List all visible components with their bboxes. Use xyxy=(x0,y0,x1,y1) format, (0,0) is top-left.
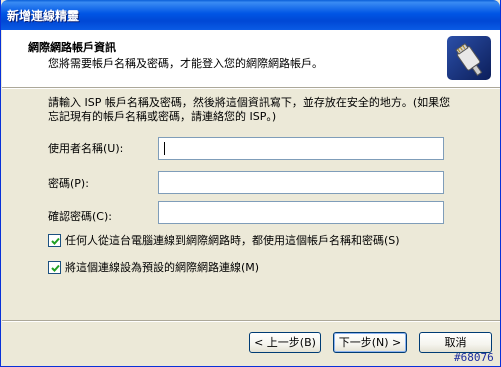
checkmark-icon xyxy=(51,264,60,272)
page-title: 網際網路帳戶資訊 xyxy=(28,41,116,54)
text-caret xyxy=(164,142,165,155)
instructions-text: 請輸入 ISP 帳戶名稱及密碼，然後將這個資訊寫下，並存放在安全的地方。(如果您… xyxy=(48,96,488,124)
password-label: 密碼(P): xyxy=(48,177,89,190)
cancel-button[interactable]: 取消 xyxy=(419,332,492,353)
default-connection-option[interactable]: 將這個連線設為預設的網際網路連線(M) xyxy=(48,259,259,275)
confirm-password-label: 確認密碼(C): xyxy=(48,210,112,223)
use-for-all-users-label: 任何人從這台電腦連線到網際網路時，都使用這個帳戶名稱和密碼(S) xyxy=(65,234,400,247)
username-label: 使用者名稱(U): xyxy=(48,142,124,155)
wizard-header: 網際網路帳戶資訊 您將需要帳戶名稱及密碼，才能登入您的網際網路帳戶。 xyxy=(2,30,500,87)
instructions-line: 請輸入 ISP 帳戶名稱及密碼，然後將這個資訊寫下，並存放在安全的地方。(如果您 xyxy=(48,96,451,109)
use-for-all-users-checkbox[interactable] xyxy=(48,233,61,247)
title-bar[interactable]: 新增連線精靈 xyxy=(1,0,500,30)
window-title: 新增連線精靈 xyxy=(7,9,80,23)
watermark-text: #68076 xyxy=(454,351,494,364)
use-for-all-users-option[interactable]: 任何人從這台電腦連線到網際網路時，都使用這個帳戶名稱和密碼(S) xyxy=(48,232,400,248)
password-field[interactable] xyxy=(158,171,444,194)
default-connection-checkbox[interactable] xyxy=(48,260,61,274)
wizard-window: 新增連線精靈 網際網路帳戶資訊 您將需要帳戶名稱及密碼，才能登入您的網際網路帳戶… xyxy=(0,0,501,367)
next-button[interactable]: 下一步(N) > xyxy=(333,332,407,353)
footer-divider xyxy=(2,320,500,322)
confirm-password-field[interactable] xyxy=(158,201,444,224)
instructions-line: 忘記現有的帳戶名稱或密碼，請連絡您的 ISP。) xyxy=(48,110,277,123)
header-divider xyxy=(2,87,500,89)
default-connection-label: 將這個連線設為預設的網際網路連線(M) xyxy=(65,261,260,274)
checkmark-icon xyxy=(51,237,60,245)
page-subtitle: 您將需要帳戶名稱及密碼，才能登入您的網際網路帳戶。 xyxy=(48,57,323,70)
back-button[interactable]: < 上一步(B) xyxy=(249,332,321,353)
username-field[interactable] xyxy=(158,137,444,160)
network-cable-plug-icon xyxy=(446,35,492,81)
